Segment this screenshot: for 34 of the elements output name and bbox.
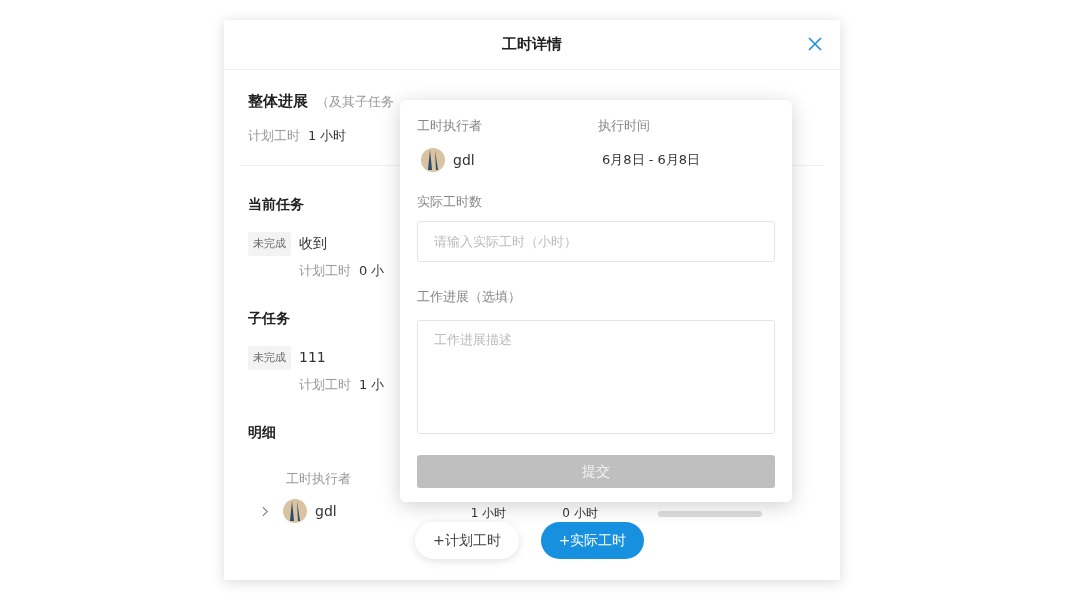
add-planned-hours-button[interactable]: +计划工时 bbox=[415, 522, 519, 559]
hours-input[interactable]: 请输入实际工时（小时） bbox=[417, 221, 775, 262]
task-name: 收到 bbox=[299, 234, 328, 253]
section-heading: 子任务 bbox=[248, 310, 290, 328]
task-name: 111 bbox=[299, 348, 327, 367]
add-actual-hours-button[interactable]: +实际工时 bbox=[540, 522, 645, 559]
field-label: 实际工时数 bbox=[417, 193, 483, 211]
avatar-icon bbox=[283, 499, 307, 523]
planned-hours: 1 小时 bbox=[470, 506, 507, 520]
status-tag: 未完成 bbox=[248, 346, 291, 370]
planned-hours-value: 1 小时 bbox=[308, 127, 347, 145]
avatar-icon bbox=[421, 148, 445, 172]
assignee-name: gdl bbox=[453, 152, 475, 168]
field-label: 执行时间 bbox=[598, 117, 651, 135]
progress-textarea[interactable]: 工作进展描述 bbox=[417, 320, 775, 434]
section-note: （及其子任务 bbox=[316, 93, 394, 111]
chevron-icon[interactable] bbox=[262, 505, 269, 517]
close-icon[interactable] bbox=[808, 37, 822, 51]
assignee-name: gdl bbox=[315, 503, 337, 519]
planned-hours-value: 1 小 bbox=[359, 376, 385, 394]
section-heading: 当前任务 bbox=[248, 196, 304, 214]
planned-hours-value: 0 小 bbox=[359, 262, 385, 280]
column-header: 工时执行者 bbox=[286, 471, 351, 486]
planned-hours-label: 计划工时 bbox=[299, 376, 351, 394]
status-tag: 未完成 bbox=[248, 232, 291, 256]
field-label: 工时执行者 bbox=[417, 117, 483, 135]
field-label: 工作进展（选填） bbox=[417, 288, 522, 306]
planned-hours-label: 计划工时 bbox=[248, 127, 300, 145]
actual-hours: 0 小时 bbox=[562, 506, 598, 520]
date-range: 6月8日 - 6月8日 bbox=[602, 151, 701, 169]
section-heading: 整体进展 bbox=[248, 92, 308, 111]
section-heading: 明细 bbox=[248, 424, 276, 442]
planned-hours-label: 计划工时 bbox=[299, 262, 351, 280]
dialog-title: 工时详情 bbox=[502, 35, 562, 54]
